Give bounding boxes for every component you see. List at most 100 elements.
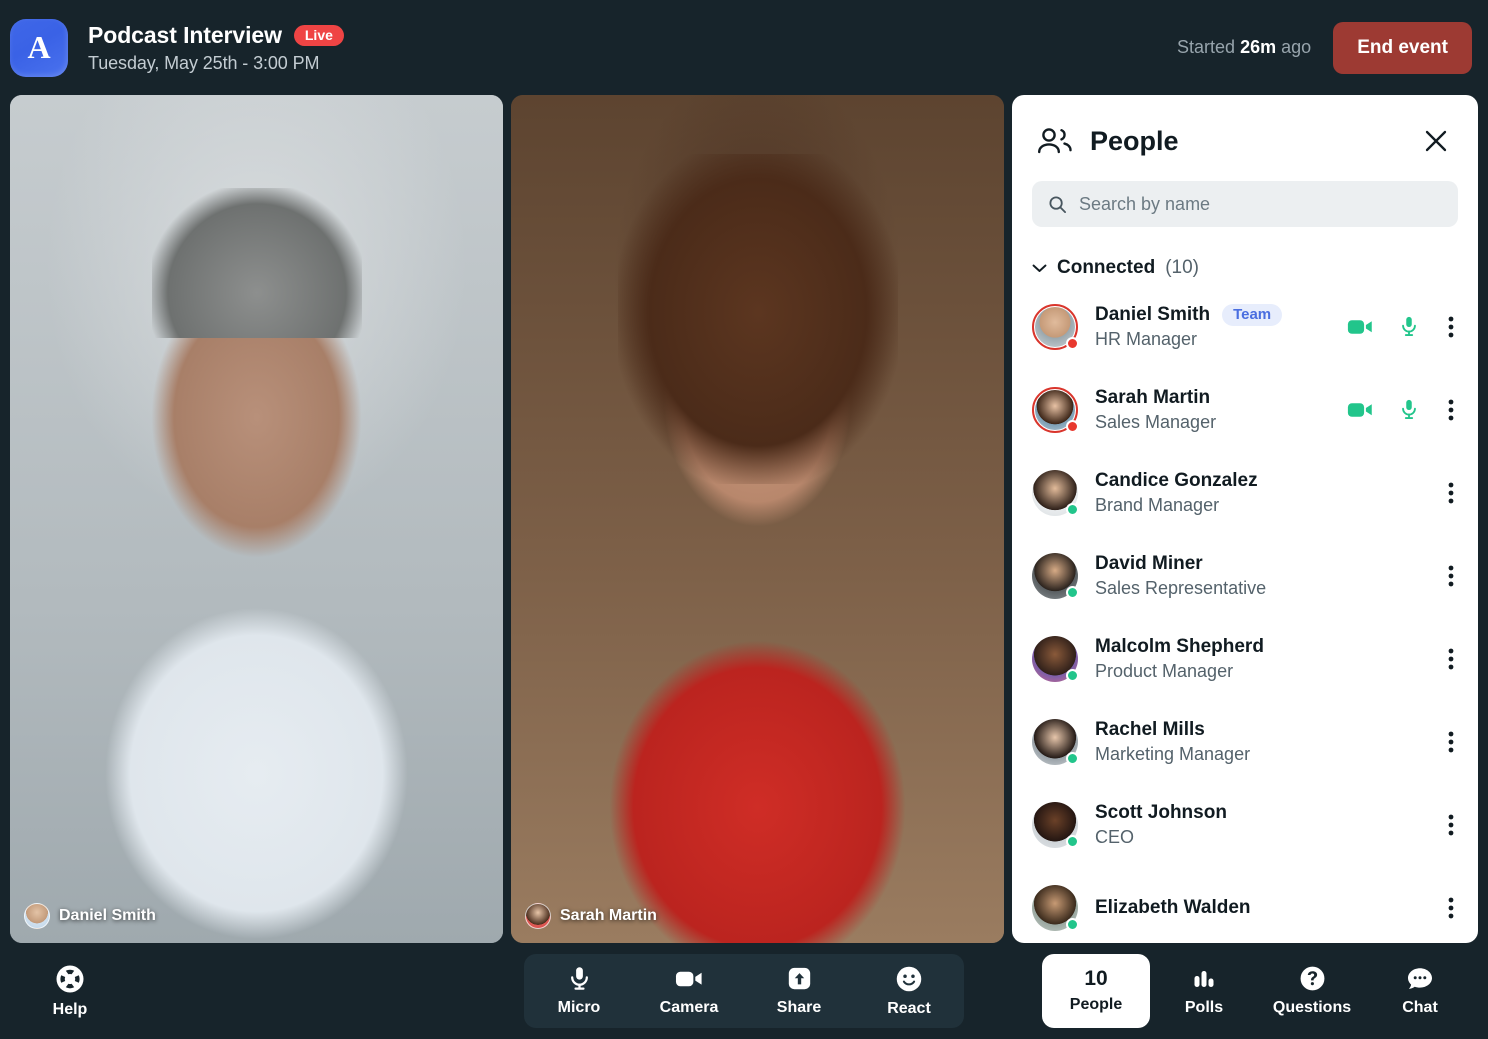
control-label: Share <box>776 999 822 1016</box>
list-item[interactable]: David Miner Sales Representative <box>1032 534 1470 617</box>
tab-questions[interactable]: Questions <box>1258 954 1366 1028</box>
video-feed-detail <box>151 188 362 339</box>
person-more-options-button[interactable] <box>1444 891 1458 925</box>
person-info: Elizabeth Walden <box>1095 897 1251 919</box>
avatar <box>1032 386 1079 433</box>
bar-chart-icon <box>1191 966 1217 992</box>
person-more-options-button[interactable] <box>1444 476 1458 510</box>
person-role: Sales Representative <box>1095 577 1267 598</box>
people-icon <box>1036 126 1074 156</box>
control-label: React <box>887 999 931 1017</box>
video-feed-detail <box>617 154 898 485</box>
person-info: David Miner Sales Representative <box>1095 553 1266 599</box>
person-name: Candice Gonzalez <box>1095 469 1258 491</box>
control-camera-button[interactable]: Camera <box>634 954 744 1028</box>
person-name-row: Rachel Mills <box>1095 719 1250 741</box>
microphone-on-icon[interactable] <box>1398 315 1420 339</box>
person-more-options-button[interactable] <box>1444 642 1458 676</box>
control-micro-button[interactable]: Micro <box>524 954 634 1028</box>
close-panel-button[interactable] <box>1418 123 1454 159</box>
presence-status-dot <box>1066 668 1079 682</box>
person-more-options-button[interactable] <box>1444 310 1458 344</box>
help-label: Help <box>52 1000 88 1018</box>
person-name-row: Candice Gonzalez <box>1095 470 1258 492</box>
people-panel-title: People <box>1090 125 1179 156</box>
list-item[interactable]: Malcolm Shepherd Product Manager <box>1032 617 1470 700</box>
person-name-row: Elizabeth Walden <box>1095 897 1251 919</box>
lifebuoy-icon <box>55 964 85 994</box>
connected-group-label: Connected <box>1057 257 1156 278</box>
person-more-options-button[interactable] <box>1444 725 1458 759</box>
person-actions <box>1444 642 1470 676</box>
avatar <box>525 903 551 929</box>
stage-area: Daniel Smith Sarah Martin People Search … <box>0 95 1488 943</box>
person-actions <box>1347 393 1470 427</box>
person-role: Marketing Manager <box>1095 743 1251 764</box>
smiley-icon <box>895 965 923 993</box>
person-name-row: David Miner <box>1095 553 1266 575</box>
control-share-button[interactable]: Share <box>744 954 854 1028</box>
camera-on-icon[interactable] <box>1347 317 1374 337</box>
search-input[interactable] <box>1079 193 1442 215</box>
person-name-row: Daniel Smith Team <box>1095 303 1283 326</box>
person-more-options-button[interactable] <box>1444 559 1458 593</box>
person-actions <box>1444 476 1470 510</box>
people-panel: People Search by name Connected (10) Dan… <box>1012 95 1478 943</box>
end-event-button[interactable]: End event <box>1333 21 1472 74</box>
person-name: Rachel Mills <box>1095 718 1205 740</box>
avatar <box>1032 718 1079 765</box>
list-item[interactable]: Rachel Mills Marketing Manager <box>1032 700 1470 783</box>
page-title: Podcast Interview <box>88 21 282 48</box>
control-label: Camera <box>659 999 719 1016</box>
video-tile-daniel-smith[interactable]: Daniel Smith <box>10 95 503 943</box>
video-participant-name: Sarah Martin <box>560 907 657 924</box>
person-name-row: Scott Johnson <box>1095 802 1227 824</box>
person-more-options-button[interactable] <box>1444 393 1458 427</box>
event-title-row: Podcast Interview Live <box>88 22 344 49</box>
connected-group-header[interactable]: Connected (10) <box>1012 227 1478 285</box>
video-nametag: Daniel Smith <box>24 903 156 929</box>
avatar <box>1032 801 1079 848</box>
person-actions <box>1444 559 1470 593</box>
microphone-on-icon[interactable] <box>1398 398 1420 422</box>
person-name: Sarah Martin <box>1095 386 1211 408</box>
started-suffix: ago <box>1281 37 1312 57</box>
control-react-button[interactable]: React <box>854 954 964 1028</box>
avatar <box>1032 469 1079 516</box>
presence-status-dot <box>1066 419 1079 433</box>
help-button[interactable]: Help <box>10 964 130 1019</box>
person-more-options-button[interactable] <box>1444 808 1458 842</box>
chat-bubble-icon <box>1406 966 1434 992</box>
list-item[interactable]: Scott Johnson CEO <box>1032 783 1470 866</box>
event-datetime: Tuesday, May 25th - 3:00 PM <box>88 52 320 73</box>
person-info: Rachel Mills Marketing Manager <box>1095 719 1250 765</box>
list-item[interactable]: Elizabeth Walden <box>1032 866 1470 943</box>
presence-status-dot <box>1066 585 1079 599</box>
people-panel-header: People <box>1012 95 1478 163</box>
chevron-down-icon <box>1032 263 1047 273</box>
list-item[interactable]: Daniel Smith Team HR Manager <box>1032 285 1470 368</box>
person-role: Sales Manager <box>1095 411 1217 432</box>
tab-people[interactable]: 10 People <box>1042 954 1150 1028</box>
person-info: Sarah Martin Sales Manager <box>1095 387 1216 433</box>
tab-polls[interactable]: Polls <box>1150 954 1258 1028</box>
camera-on-icon[interactable] <box>1347 400 1374 420</box>
tab-chat[interactable]: Chat <box>1366 954 1474 1028</box>
people-list: Daniel Smith Team HR Manager Sarah Martin Sa… <box>1012 285 1478 943</box>
person-name: Scott Johnson <box>1095 801 1227 823</box>
video-tile-sarah-martin[interactable]: Sarah Martin <box>511 95 1004 943</box>
search-container[interactable] <box>1032 181 1458 227</box>
avatar <box>1032 884 1079 931</box>
connected-group-count: (10) <box>1165 257 1199 278</box>
header-actions: Started 26m ago End event <box>1177 21 1472 74</box>
started-timer: Started 26m ago <box>1177 37 1311 58</box>
list-item[interactable]: Candice Gonzalez Brand Manager <box>1032 451 1470 534</box>
avatar <box>1032 303 1079 350</box>
person-role: CEO <box>1095 826 1135 847</box>
video-participant-name: Daniel Smith <box>59 907 156 924</box>
list-item[interactable]: Sarah Martin Sales Manager <box>1032 368 1470 451</box>
people-search-wrap <box>1012 163 1478 227</box>
microphone-icon <box>566 965 593 992</box>
share-upload-icon <box>786 965 813 992</box>
person-name: Malcolm Shepherd <box>1095 635 1264 657</box>
